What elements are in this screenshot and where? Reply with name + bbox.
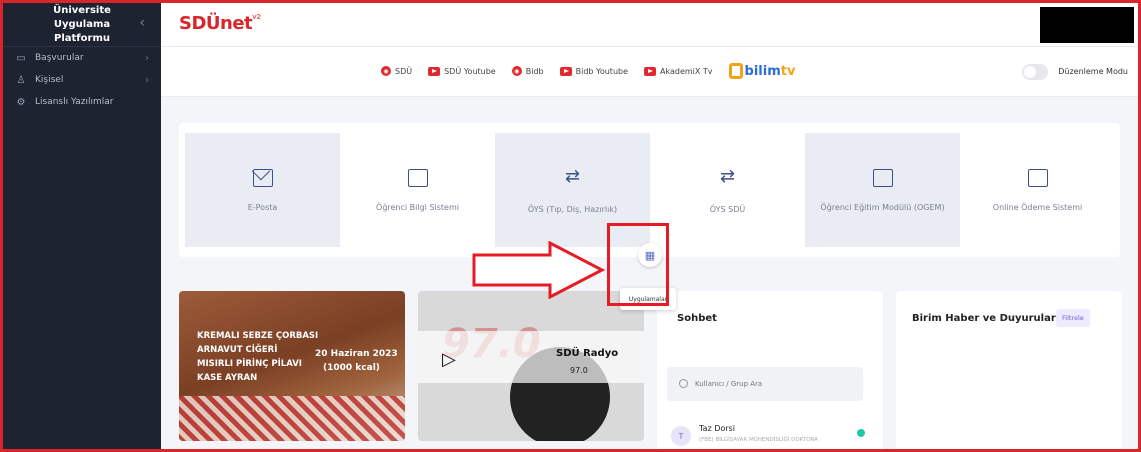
mail-icon — [252, 168, 273, 187]
chat-user-name[interactable]: Taz Dorsi — [699, 424, 735, 433]
app-label: ÖYS SDÜ — [709, 204, 746, 214]
sidebar-item-label: Başvurular — [35, 53, 84, 63]
radio-frequency: 97.0 — [570, 366, 588, 375]
bilimtv-text-2: tv — [780, 63, 796, 79]
link-bilimtv[interactable]: bilim tv — [728, 63, 796, 79]
user-profile-redacted[interactable] — [1040, 7, 1134, 43]
link-label: SDÜ Youtube — [444, 66, 496, 76]
chat-search-input[interactable] — [667, 367, 863, 401]
transfer-arrows-icon: ⇄ — [564, 165, 581, 187]
link-akademix-tv[interactable]: AkademiX Tv — [644, 66, 713, 76]
link-sdu-youtube[interactable]: SDÜ Youtube — [428, 66, 496, 76]
edit-mode-toggle[interactable] — [1022, 64, 1048, 80]
radio-card: 97.0 ▷ SDÜ Radyo 97.0 — [418, 291, 644, 441]
edit-mode-label: Düzenleme Modu — [1058, 67, 1128, 76]
avatar[interactable]: T — [671, 426, 691, 446]
search-icon — [679, 379, 688, 388]
app-ogem[interactable]: Öğrenci Eğitim Modülü (OGEM) — [805, 133, 960, 247]
sdunet-logo[interactable]: SDÜnetv2 — [179, 13, 261, 34]
pointer-arrow-annotation — [472, 241, 606, 299]
user-icon: ♙ — [16, 74, 26, 86]
sidebar-item-lisansli-yazilimlar[interactable]: ⚙ Lisanslı Yazılımlar — [3, 91, 161, 113]
menu-items: KREMALI SEBZE ÇORBASI ARNAVUT CİĞERİ MIS… — [197, 329, 318, 385]
gear-icon: ⚙ — [16, 96, 26, 108]
sdu-radio-icon: ◉ — [381, 66, 391, 76]
link-bidb[interactable]: ◉ Bidb — [511, 66, 544, 76]
app-ogrenci-bilgi-sistemi[interactable]: Öğrenci Bilgi Sistemi — [340, 133, 495, 247]
menu-item: MISIRLI PİRİNÇ PİLAVI — [197, 359, 302, 369]
logo-text: SDÜnet — [179, 13, 253, 34]
inbox-icon: ▭ — [16, 52, 26, 64]
link-label: AkademiX Tv — [660, 66, 713, 76]
play-icon[interactable]: ▷ — [442, 349, 456, 370]
link-sdu[interactable]: ◉ SDÜ — [381, 66, 412, 76]
radio-name: SDÜ Radyo — [556, 348, 619, 359]
id-card-icon — [407, 168, 428, 187]
sidebar: Üniversite Uygulama Platformu ‹ ▭ Başvur… — [3, 3, 161, 449]
menu-calories: (1000 kcal) — [323, 363, 380, 373]
app-online-odeme-sistemi[interactable]: Online Ödeme Sistemi — [960, 133, 1115, 247]
sidebar-item-label: Lisanslı Yazılımlar — [35, 97, 114, 107]
link-bidb-youtube[interactable]: Bidb Youtube — [559, 66, 629, 76]
chat-card: Sohbet T Taz Dorsi (FBE) BİLGİSAYAR MÜHE… — [657, 291, 883, 452]
link-label: Bidb Youtube — [575, 66, 629, 76]
highlight-box-annotation — [607, 223, 669, 306]
news-title: Birim Haber ve Duyuruları — [912, 313, 1060, 324]
education-icon — [872, 168, 893, 187]
link-label: SDÜ — [395, 66, 413, 76]
app-label: Öğrenci Eğitim Modülü (OGEM) — [820, 202, 945, 212]
sidebar-item-basvurular[interactable]: ▭ Başvurular › — [3, 47, 161, 69]
menu-date: 20 Haziran 2023 — [315, 349, 398, 359]
app-label: ÖYS (Tıp, Diş, Hazırlık) — [527, 204, 618, 214]
chat-title: Sohbet — [677, 313, 717, 324]
menu-item: KREMALI SEBZE ÇORBASI — [197, 331, 319, 341]
online-status-indicator — [857, 429, 865, 437]
menu-item: KASE AYRAN — [197, 373, 258, 383]
sidebar-item-kisisel[interactable]: ♙ Kişisel › — [3, 69, 161, 91]
bilimtv-text-1: bilim — [744, 63, 781, 79]
news-card: Birim Haber ve Duyuruları Filtrele — [896, 291, 1122, 452]
youtube-icon — [644, 66, 657, 76]
chevron-right-icon: › — [145, 74, 149, 86]
daily-menu-card[interactable]: KREMALI SEBZE ÇORBASI ARNAVUT CİĞERİ MIS… — [179, 291, 405, 441]
sidebar-header: Üniversite Uygulama Platformu ‹ — [3, 3, 161, 47]
app-e-posta[interactable]: E-Posta — [185, 133, 340, 247]
credit-card-icon — [1027, 168, 1048, 187]
app-label: Öğrenci Bilgi Sistemi — [376, 202, 459, 212]
quick-links-bar: ◉ SDÜ SDÜ Youtube ◉ Bidb Bidb Youtube Akad… — [161, 47, 1138, 97]
collapse-sidebar-icon[interactable]: ‹ — [139, 15, 145, 31]
bidb-radio-icon: ◉ — [511, 66, 522, 76]
sidebar-item-label: Kişisel — [35, 75, 64, 85]
app-label: Online Ödeme Sistemi — [992, 202, 1083, 212]
youtube-icon — [428, 66, 441, 76]
link-label: Bidb — [525, 66, 544, 76]
youtube-icon — [559, 66, 572, 76]
filter-button[interactable]: Filtrele — [1056, 309, 1090, 327]
transfer-arrows-icon: ⇄ — [719, 165, 736, 187]
chevron-right-icon: › — [145, 52, 149, 64]
chat-user-department: (FBE) BİLGİSAYAR MÜHENDİSLİĞİ DOKTORA — [699, 437, 818, 443]
menu-item: ARNAVUT CİĞERİ — [197, 345, 278, 355]
logo-version: v2 — [252, 13, 261, 21]
bilimtv-logo-icon — [728, 63, 743, 79]
top-bar: SDÜnetv2 — [161, 3, 1138, 47]
app-oys-sdu[interactable]: ⇄ ÖYS SDÜ — [650, 133, 805, 247]
platform-title: Üniversite Uygulama Platformu — [53, 4, 111, 44]
app-label: E-Posta — [247, 202, 278, 212]
